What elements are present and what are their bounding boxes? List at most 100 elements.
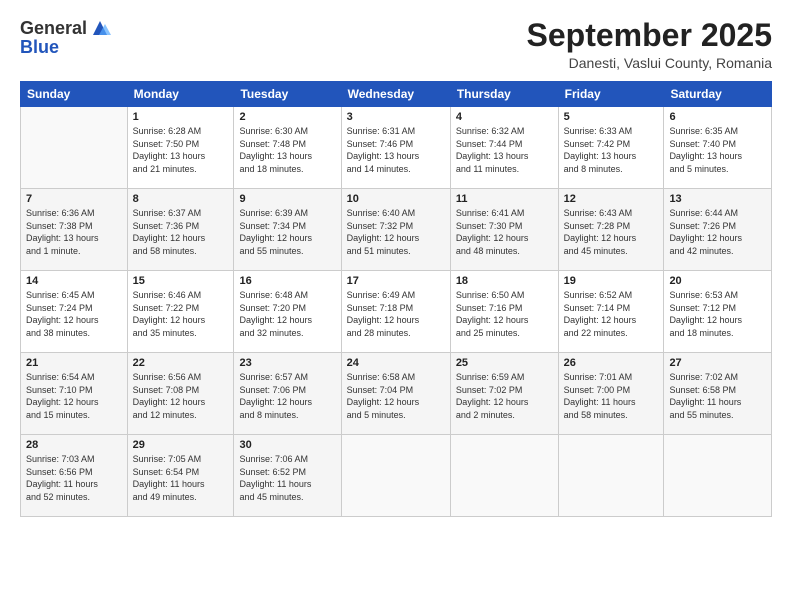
table-row: 4 Sunrise: 6:32 AM Sunset: 7:44 PM Daylig…	[450, 107, 558, 189]
table-row: 12Sunrise: 6:43 AM Sunset: 7:28 PM Dayli…	[558, 189, 664, 271]
location: Danesti, Vaslui County, Romania	[527, 55, 772, 71]
day-number: 20	[669, 275, 766, 287]
day-info: Sunrise: 6:37 AM Sunset: 7:36 PM Dayligh…	[133, 207, 229, 257]
day-number: 30	[239, 439, 335, 451]
calendar: Sunday Monday Tuesday Wednesday Thursday…	[20, 81, 772, 517]
table-row	[664, 435, 772, 517]
col-friday: Friday	[558, 82, 664, 107]
col-saturday: Saturday	[664, 82, 772, 107]
day-info: Sunrise: 7:03 AM Sunset: 6:56 PM Dayligh…	[26, 453, 122, 503]
table-row: 1 Sunrise: 6:28 AM Sunset: 7:50 PM Daylig…	[127, 107, 234, 189]
day-number: 7	[26, 193, 122, 205]
table-row: 23 Sunrise: 6:57 AM Sunset: 7:06 PM Dayli…	[234, 353, 341, 435]
table-row: 17 Sunrise: 6:49 AM Sunset: 7:18 PM Dayli…	[341, 271, 450, 353]
day-info: Sunrise: 6:46 AM Sunset: 7:22 PM Dayligh…	[133, 289, 229, 339]
day-number: 11	[456, 193, 553, 205]
calendar-header-row: Sunday Monday Tuesday Wednesday Thursday…	[21, 82, 772, 107]
day-number: 8	[133, 193, 229, 205]
day-number: 29	[133, 439, 229, 451]
day-info: Sunrise: 6:48 AM Sunset: 7:20 PM Dayligh…	[239, 289, 335, 339]
day-number: 19	[564, 275, 659, 287]
day-info: Sunrise: 6:49 AM Sunset: 7:18 PM Dayligh…	[347, 289, 445, 339]
table-row: 15 Sunrise: 6:46 AM Sunset: 7:22 PM Dayli…	[127, 271, 234, 353]
day-number: 24	[347, 357, 445, 369]
day-info: Sunrise: 6:41 AM Sunset: 7:30 PM Dayligh…	[456, 207, 553, 257]
table-row	[558, 435, 664, 517]
table-row: 2 Sunrise: 6:30 AM Sunset: 7:48 PM Daylig…	[234, 107, 341, 189]
day-number: 5	[564, 111, 659, 123]
table-row: 25 Sunrise: 6:59 AM Sunset: 7:02 PM Dayli…	[450, 353, 558, 435]
day-number: 13	[669, 193, 766, 205]
calendar-week-row: 7 Sunrise: 6:36 AM Sunset: 7:38 PM Daylig…	[21, 189, 772, 271]
col-tuesday: Tuesday	[234, 82, 341, 107]
day-info: Sunrise: 6:39 AM Sunset: 7:34 PM Dayligh…	[239, 207, 335, 257]
day-info: Sunrise: 6:33 AM Sunset: 7:42 PM Dayligh…	[564, 125, 659, 175]
day-info: Sunrise: 6:56 AM Sunset: 7:08 PM Dayligh…	[133, 371, 229, 421]
col-wednesday: Wednesday	[341, 82, 450, 107]
table-row: 8 Sunrise: 6:37 AM Sunset: 7:36 PM Daylig…	[127, 189, 234, 271]
day-info: Sunrise: 6:32 AM Sunset: 7:44 PM Dayligh…	[456, 125, 553, 175]
calendar-week-row: 21Sunrise: 6:54 AM Sunset: 7:10 PM Dayli…	[21, 353, 772, 435]
table-row	[341, 435, 450, 517]
day-number: 1	[133, 111, 229, 123]
table-row: 9Sunrise: 6:39 AM Sunset: 7:34 PM Daylig…	[234, 189, 341, 271]
day-number: 4	[456, 111, 553, 123]
calendar-week-row: 14Sunrise: 6:45 AM Sunset: 7:24 PM Dayli…	[21, 271, 772, 353]
day-number: 6	[669, 111, 766, 123]
table-row: 30 Sunrise: 7:06 AM Sunset: 6:52 PM Dayli…	[234, 435, 341, 517]
table-row: 24 Sunrise: 6:58 AM Sunset: 7:04 PM Dayli…	[341, 353, 450, 435]
table-row	[21, 107, 128, 189]
header: General Blue September 2025 Danesti, Vas…	[20, 18, 772, 71]
day-info: Sunrise: 6:31 AM Sunset: 7:46 PM Dayligh…	[347, 125, 445, 175]
col-sunday: Sunday	[21, 82, 128, 107]
table-row: 10Sunrise: 6:40 AM Sunset: 7:32 PM Dayli…	[341, 189, 450, 271]
page: General Blue September 2025 Danesti, Vas…	[0, 0, 792, 612]
title-block: September 2025 Danesti, Vaslui County, R…	[527, 18, 772, 71]
day-number: 22	[133, 357, 229, 369]
day-number: 10	[347, 193, 445, 205]
table-row: 19 Sunrise: 6:52 AM Sunset: 7:14 PM Dayli…	[558, 271, 664, 353]
table-row: 28 Sunrise: 7:03 AM Sunset: 6:56 PM Dayli…	[21, 435, 128, 517]
day-number: 3	[347, 111, 445, 123]
table-row: 5 Sunrise: 6:33 AM Sunset: 7:42 PM Daylig…	[558, 107, 664, 189]
day-info: Sunrise: 6:44 AM Sunset: 7:26 PM Dayligh…	[669, 207, 766, 257]
table-row: 6Sunrise: 6:35 AM Sunset: 7:40 PM Daylig…	[664, 107, 772, 189]
day-number: 15	[133, 275, 229, 287]
day-number: 23	[239, 357, 335, 369]
day-number: 16	[239, 275, 335, 287]
table-row: 3 Sunrise: 6:31 AM Sunset: 7:46 PM Daylig…	[341, 107, 450, 189]
calendar-week-row: 1 Sunrise: 6:28 AM Sunset: 7:50 PM Daylig…	[21, 107, 772, 189]
day-number: 2	[239, 111, 335, 123]
day-info: Sunrise: 6:28 AM Sunset: 7:50 PM Dayligh…	[133, 125, 229, 175]
day-info: Sunrise: 6:50 AM Sunset: 7:16 PM Dayligh…	[456, 289, 553, 339]
logo-blue: Blue	[20, 37, 111, 58]
logo-icon	[89, 17, 111, 39]
month-title: September 2025	[527, 18, 772, 53]
day-info: Sunrise: 7:06 AM Sunset: 6:52 PM Dayligh…	[239, 453, 335, 503]
day-info: Sunrise: 6:52 AM Sunset: 7:14 PM Dayligh…	[564, 289, 659, 339]
logo-general: General	[20, 18, 87, 39]
table-row: 27 Sunrise: 7:02 AM Sunset: 6:58 PM Dayli…	[664, 353, 772, 435]
day-info: Sunrise: 7:02 AM Sunset: 6:58 PM Dayligh…	[669, 371, 766, 421]
day-info: Sunrise: 6:43 AM Sunset: 7:28 PM Dayligh…	[564, 207, 659, 257]
day-info: Sunrise: 7:05 AM Sunset: 6:54 PM Dayligh…	[133, 453, 229, 503]
day-info: Sunrise: 6:30 AM Sunset: 7:48 PM Dayligh…	[239, 125, 335, 175]
day-number: 28	[26, 439, 122, 451]
day-info: Sunrise: 6:53 AM Sunset: 7:12 PM Dayligh…	[669, 289, 766, 339]
table-row	[450, 435, 558, 517]
day-number: 17	[347, 275, 445, 287]
col-monday: Monday	[127, 82, 234, 107]
table-row: 26Sunrise: 7:01 AM Sunset: 7:00 PM Dayli…	[558, 353, 664, 435]
day-number: 27	[669, 357, 766, 369]
day-info: Sunrise: 6:57 AM Sunset: 7:06 PM Dayligh…	[239, 371, 335, 421]
logo: General Blue	[20, 18, 111, 58]
day-info: Sunrise: 6:59 AM Sunset: 7:02 PM Dayligh…	[456, 371, 553, 421]
calendar-week-row: 28 Sunrise: 7:03 AM Sunset: 6:56 PM Dayli…	[21, 435, 772, 517]
day-info: Sunrise: 6:58 AM Sunset: 7:04 PM Dayligh…	[347, 371, 445, 421]
day-info: Sunrise: 6:36 AM Sunset: 7:38 PM Dayligh…	[26, 207, 122, 257]
table-row: 20 Sunrise: 6:53 AM Sunset: 7:12 PM Dayli…	[664, 271, 772, 353]
day-number: 25	[456, 357, 553, 369]
table-row: 29 Sunrise: 7:05 AM Sunset: 6:54 PM Dayli…	[127, 435, 234, 517]
table-row: 14Sunrise: 6:45 AM Sunset: 7:24 PM Dayli…	[21, 271, 128, 353]
table-row: 7 Sunrise: 6:36 AM Sunset: 7:38 PM Daylig…	[21, 189, 128, 271]
